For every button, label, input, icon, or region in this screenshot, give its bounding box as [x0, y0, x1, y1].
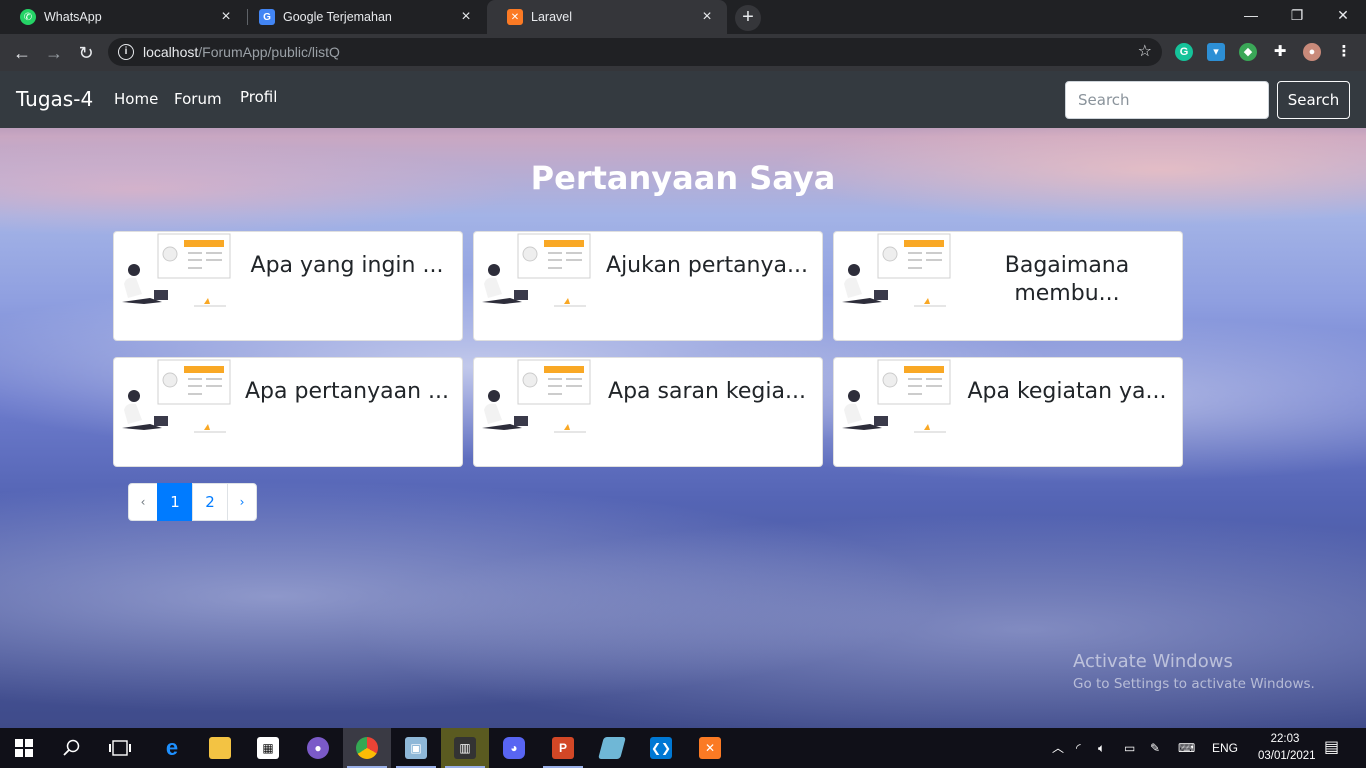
url-text[interactable]: localhost/ForumApp/public/listQ: [143, 38, 340, 66]
tab-title: WhatsApp: [44, 10, 102, 24]
extension-icon[interactable]: ◆: [1239, 43, 1257, 61]
avatar[interactable]: ●: [1303, 43, 1321, 61]
wifi-icon[interactable]: ◜: [1076, 728, 1081, 768]
close-window-button[interactable]: ✕: [1320, 0, 1366, 30]
pagination-page-2[interactable]: 2: [192, 483, 228, 521]
search-button[interactable]: Search: [1277, 81, 1350, 119]
minimize-button[interactable]: —: [1228, 0, 1274, 30]
chevron-up-icon[interactable]: ︿: [1052, 728, 1064, 768]
pagination-prev[interactable]: ‹: [128, 483, 158, 521]
question-text: Bagaimana membu...: [1004, 253, 1130, 306]
close-icon[interactable]: ×: [458, 9, 474, 25]
store-icon[interactable]: ▦: [244, 728, 292, 768]
question-card[interactable]: Apa pertanyaan ...: [113, 357, 463, 467]
pen-icon[interactable]: ✎: [1150, 728, 1160, 768]
nav-link-forum[interactable]: Forum: [174, 71, 222, 128]
forward-arrow-icon[interactable]: →: [40, 39, 68, 67]
question-card[interactable]: Ajukan pertanya...: [473, 231, 823, 341]
question-text: Apa pertanyaan ...: [245, 379, 449, 404]
puzzle-icon[interactable]: ✚: [1271, 43, 1289, 61]
info-icon[interactable]: i: [118, 44, 134, 60]
browser-tab-strip: ✆ WhatsApp × G Google Terjemahan × ✕ Lar…: [0, 0, 1366, 34]
tab-whatsapp[interactable]: ✆ WhatsApp ×: [0, 0, 246, 34]
battery-icon[interactable]: ▭: [1124, 728, 1135, 768]
app-icon[interactable]: [588, 728, 636, 768]
grammarly-icon[interactable]: G: [1175, 43, 1193, 61]
windows-start-icon[interactable]: [0, 728, 48, 768]
question-card[interactable]: Bagaimana membu...: [833, 231, 1183, 341]
question-text: Apa saran kegia...: [608, 379, 806, 404]
pagination-next[interactable]: ›: [227, 483, 257, 521]
clock-date: 03/01/2021: [1258, 750, 1316, 762]
nav-link-profil[interactable]: Profil: [240, 71, 277, 126]
person-laptop-illustration: [482, 359, 591, 433]
activate-windows-watermark: Activate Windows Go to Settings to activ…: [1073, 651, 1315, 692]
discord-icon[interactable]: ◕: [490, 728, 538, 768]
browser-toolbar: ← → ↻ i localhost/ForumApp/public/listQ …: [0, 34, 1366, 71]
reload-icon[interactable]: ↻: [72, 39, 100, 67]
task-view-icon[interactable]: [96, 728, 144, 768]
close-icon[interactable]: ×: [218, 9, 234, 25]
person-laptop-illustration: [482, 233, 591, 307]
keyboard-icon[interactable]: ⌨: [1178, 728, 1195, 768]
language-indicator[interactable]: ENG: [1212, 728, 1238, 768]
clock-time: 22:03: [1270, 733, 1300, 745]
navbar-brand[interactable]: Tugas-4: [16, 71, 93, 128]
pagination: ‹ 1 2 ›: [128, 483, 257, 521]
xampp-icon: ✕: [507, 9, 523, 25]
tab-laravel[interactable]: ✕ Laravel ×: [487, 0, 727, 34]
watermark-title: Activate Windows: [1073, 651, 1233, 672]
xampp-icon[interactable]: ✕: [686, 728, 734, 768]
menu-icon[interactable]: ⋮: [1335, 43, 1353, 61]
watermark-subtitle: Go to Settings to activate Windows.: [1073, 676, 1315, 692]
question-card[interactable]: Apa kegiatan ya...: [833, 357, 1183, 467]
person-laptop-illustration: [122, 359, 231, 433]
app-icon[interactable]: ▣: [392, 728, 440, 768]
google-translate-icon: G: [259, 9, 275, 25]
file-explorer-icon[interactable]: [196, 728, 244, 768]
person-laptop-illustration: [842, 359, 951, 433]
search-input[interactable]: [1065, 81, 1269, 119]
powerpoint-icon[interactable]: P: [539, 728, 587, 768]
tab-google-translate[interactable]: G Google Terjemahan ×: [239, 0, 486, 34]
page-viewport: Tugas-4 Home Forum Profil Search Pertany…: [0, 71, 1366, 728]
question-text: Apa kegiatan ya...: [967, 379, 1167, 404]
question-card[interactable]: Apa yang ingin ...: [113, 231, 463, 341]
app-icon[interactable]: ●: [294, 728, 342, 768]
bookmark-star-icon[interactable]: ☆: [1138, 38, 1152, 66]
question-text: Apa yang ingin ...: [250, 253, 444, 278]
notification-icon[interactable]: ▤: [1324, 728, 1339, 768]
clock[interactable]: 22:03 03/01/2021: [1258, 731, 1316, 765]
question-card[interactable]: Apa saran kegia...: [473, 357, 823, 467]
page-title: Pertanyaan Saya: [530, 159, 836, 197]
question-text: Ajukan pertanya...: [606, 253, 808, 278]
volume-icon[interactable]: 🔈︎: [1098, 728, 1105, 768]
close-icon[interactable]: ×: [699, 9, 715, 25]
nav-link-home[interactable]: Home: [114, 71, 158, 128]
chrome-icon[interactable]: [343, 728, 391, 768]
url-path: /ForumApp/public/listQ: [198, 44, 340, 60]
windows-taskbar: e ▦ ● ▣ ▥ ◕ P ❮❯ ✕ ︿ ◜ 🔈︎ ▭ ✎ ⌨ ENG 22:0…: [0, 728, 1366, 768]
extension-icon[interactable]: ▾: [1207, 43, 1225, 61]
edge-icon[interactable]: e: [148, 728, 196, 768]
url-host: localhost: [143, 44, 199, 60]
pagination-page-1[interactable]: 1: [157, 483, 193, 521]
whatsapp-icon: ✆: [20, 9, 36, 25]
person-laptop-illustration: [842, 233, 951, 307]
search-icon[interactable]: [48, 728, 96, 768]
person-laptop-illustration: [122, 233, 231, 307]
vscode-icon[interactable]: ❮❯: [637, 728, 685, 768]
restore-button[interactable]: ❐: [1274, 0, 1320, 30]
navbar: Tugas-4 Home Forum Profil Search: [0, 71, 1366, 128]
new-tab-button[interactable]: +: [735, 5, 761, 31]
address-bar[interactable]: i localhost/ForumApp/public/listQ ☆: [108, 38, 1162, 66]
tab-title: Laravel: [531, 10, 572, 24]
tab-title: Google Terjemahan: [283, 10, 392, 24]
back-arrow-icon[interactable]: ←: [8, 39, 36, 67]
app-icon[interactable]: ▥: [441, 728, 489, 768]
